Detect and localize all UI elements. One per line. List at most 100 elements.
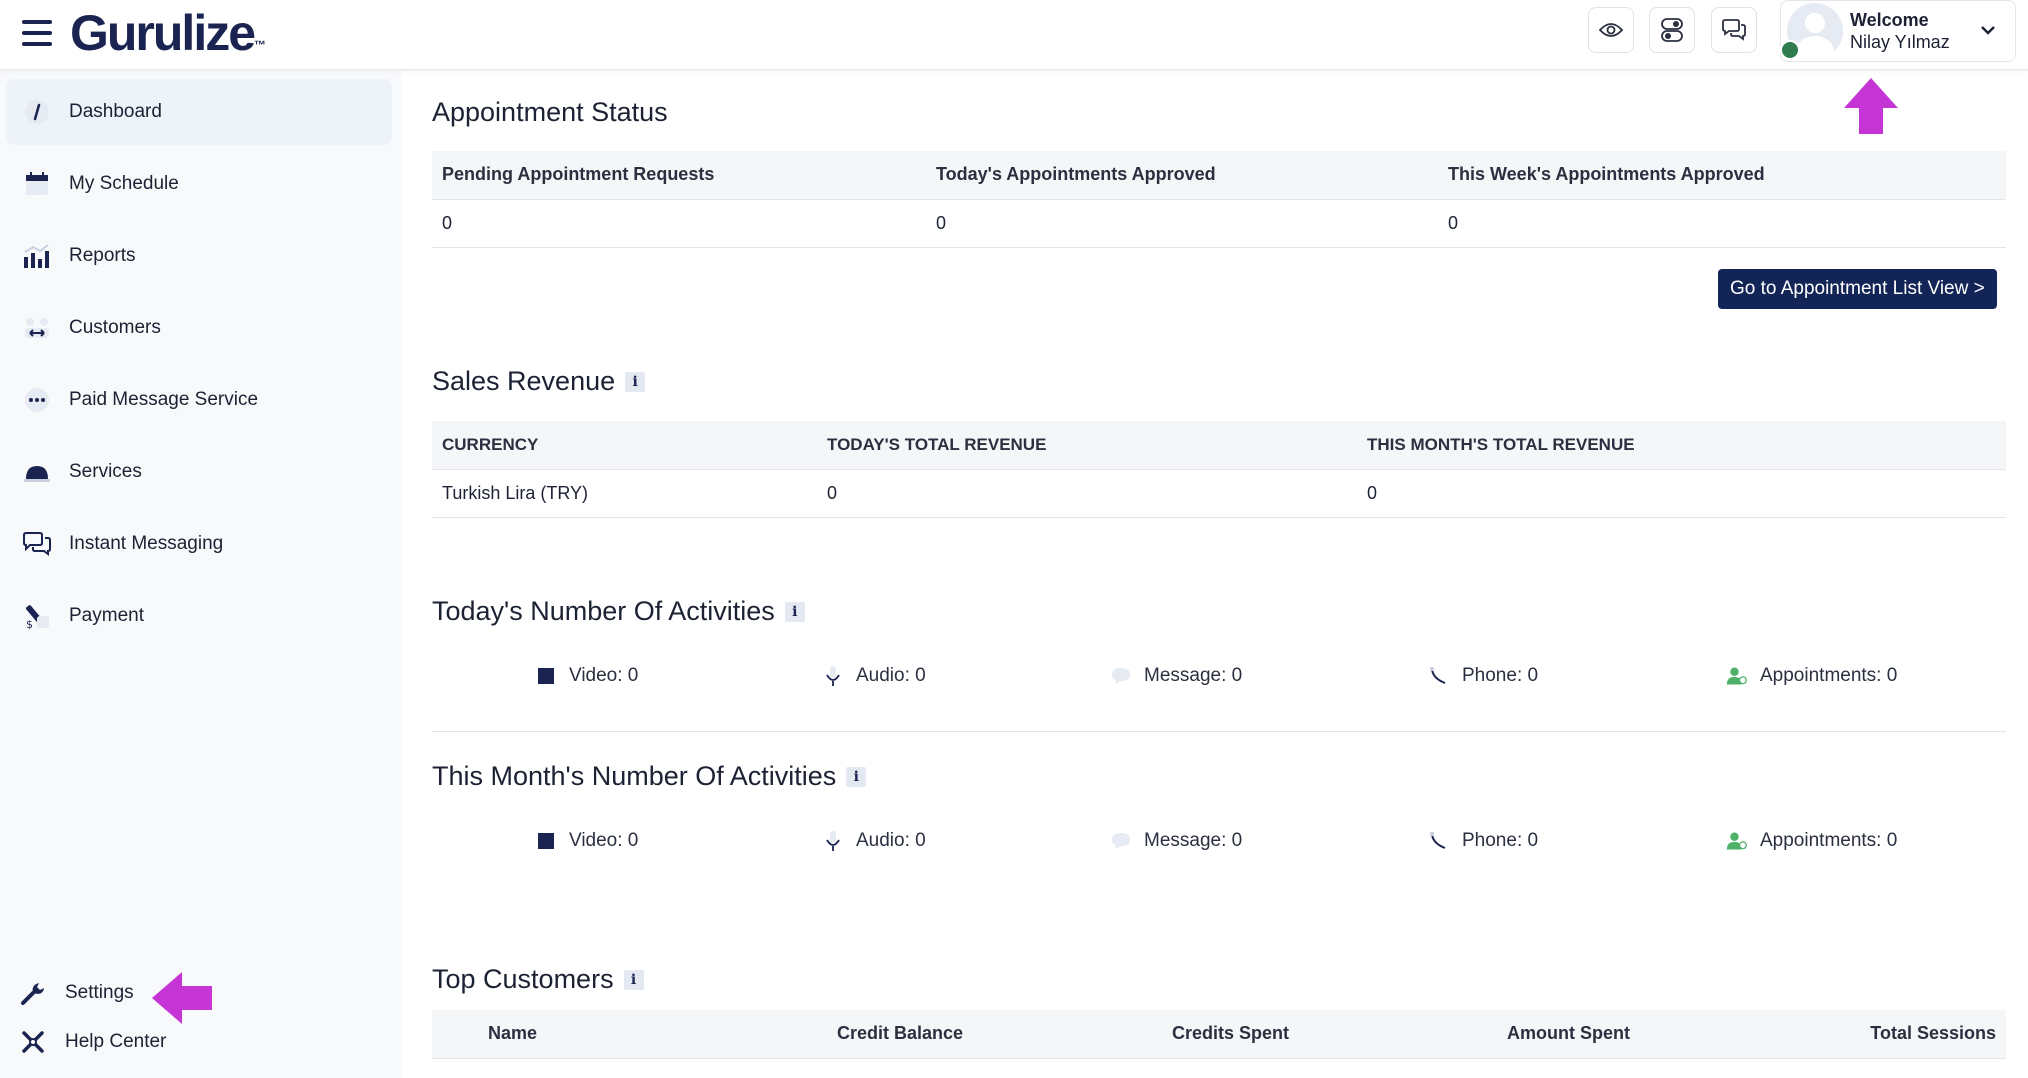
chat-icon-button[interactable] [1711, 7, 1757, 53]
sidebar: Dashboard My Schedule Reports Customers … [0, 71, 400, 1078]
activity-video: Video: 0 [535, 821, 638, 861]
message-icon [1110, 830, 1132, 852]
column-header[interactable]: Total Sessions [1832, 1010, 2006, 1059]
sales-revenue-table: CURRENCY TODAY'S TOTAL REVENUE THIS MONT… [432, 421, 2006, 518]
arrow-up-annotation-icon [1844, 78, 1898, 134]
bar-chart-icon [22, 241, 52, 271]
sidebar-item-payment[interactable]: $ Payment [6, 583, 392, 649]
activity-audio: Audio: 0 [822, 656, 926, 696]
toggle-icon-button[interactable] [1649, 7, 1695, 53]
wrench-icon [18, 978, 48, 1008]
go-to-appointment-list-button[interactable]: Go to Appointment List View > [1718, 269, 1997, 309]
toggle-icon [1661, 18, 1683, 42]
activity-phone: Phone: 0 [1428, 656, 1538, 696]
appointment-status-title: Appointment Status [432, 97, 668, 127]
online-status-indicator [1780, 40, 1800, 60]
microphone-icon [822, 830, 844, 852]
top-bar: Gurulize™ Welcome Nilay Yılmaz [0, 0, 2028, 70]
column-header: THIS MONTH'S TOTAL REVENUE [1357, 421, 2006, 470]
customers-icon [22, 313, 52, 343]
today-activities-row: Video: 0 Audio: 0 Message: 0 Phone: 0 Ap… [432, 656, 2006, 696]
column-header: This Week's Appointments Approved [1438, 151, 2006, 200]
arrow-left-annotation-icon [152, 972, 212, 1024]
section-divider [432, 731, 2006, 732]
sidebar-item-dashboard[interactable]: Dashboard [6, 79, 392, 145]
month-activities-row: Video: 0 Audio: 0 Message: 0 Phone: 0 Ap… [432, 821, 2006, 861]
sidebar-item-customers[interactable]: Customers [6, 295, 392, 361]
sidebar-item-reports[interactable]: Reports [6, 223, 392, 289]
sidebar-item-instant-messaging[interactable]: Instant Messaging [6, 511, 392, 577]
column-header: TODAY'S TOTAL REVENUE [817, 421, 1357, 470]
user-check-icon [1726, 830, 1748, 852]
column-header[interactable]: Credits Spent [1162, 1010, 1497, 1059]
sidebar-item-label: Paid Message Service [69, 389, 259, 410]
column-header: CURRENCY [432, 421, 817, 470]
top-customers-title: Top Customers i [432, 964, 644, 995]
help-icon [18, 1027, 48, 1057]
sidebar-item-label: Help Center [65, 1031, 167, 1052]
message-dots-icon [22, 385, 52, 415]
sidebar-item-my-schedule[interactable]: My Schedule [6, 151, 392, 217]
user-check-icon [1726, 665, 1748, 687]
today-activities-title: Today's Number Of Activities i [432, 596, 805, 627]
microphone-icon [822, 665, 844, 687]
column-header[interactable]: Credit Balance [827, 1010, 1162, 1059]
chat-bubbles-icon [22, 529, 52, 559]
info-icon[interactable]: i [623, 969, 644, 990]
dashboard-icon [22, 97, 52, 127]
sidebar-item-label: My Schedule [69, 173, 179, 194]
table-cell: 0 [817, 469, 1357, 518]
video-icon [535, 665, 557, 687]
services-icon [22, 457, 52, 487]
info-icon[interactable]: i [625, 371, 646, 392]
sidebar-item-paid-message-service[interactable]: Paid Message Service [6, 367, 392, 433]
chat-icon [1722, 19, 1746, 41]
table-cell: 0 [926, 199, 1438, 248]
brand-logo[interactable]: Gurulize™ [70, 4, 266, 62]
activity-appointments: Appointments: 0 [1726, 656, 1897, 696]
sidebar-item-label: Settings [65, 982, 134, 1003]
eye-icon [1599, 23, 1623, 37]
column-header: Today's Appointments Approved [926, 151, 1438, 200]
sidebar-item-label: Customers [69, 317, 161, 338]
username-label: Nilay Yılmaz [1850, 32, 1950, 52]
svg-text:$: $ [26, 618, 33, 630]
sidebar-item-label: Services [69, 461, 142, 482]
video-icon [535, 830, 557, 852]
month-activities-title: This Month's Number Of Activities i [432, 761, 867, 792]
appointment-status-table: Pending Appointment Requests Today's App… [432, 151, 2006, 248]
sidebar-item-services[interactable]: Services [6, 439, 392, 505]
table-cell: 0 [1438, 199, 2006, 248]
phone-icon [1428, 830, 1450, 852]
activity-audio: Audio: 0 [822, 821, 926, 861]
activity-message: Message: 0 [1110, 821, 1242, 861]
sidebar-item-label: Reports [69, 245, 136, 266]
table-cell: 0 [432, 199, 926, 248]
eye-icon-button[interactable] [1588, 7, 1634, 53]
column-header: Pending Appointment Requests [432, 151, 926, 200]
sidebar-item-label: Payment [69, 605, 144, 626]
main-content: Appointment Status Pending Appointment R… [402, 71, 2028, 1078]
welcome-label: Welcome [1850, 10, 1929, 30]
message-icon [1110, 665, 1132, 687]
table-row: 0 0 0 [432, 199, 2006, 248]
sidebar-item-help-center[interactable]: Help Center [18, 1024, 218, 1060]
activity-appointments: Appointments: 0 [1726, 821, 1897, 861]
sidebar-item-label: Dashboard [69, 101, 162, 122]
calendar-icon [22, 169, 52, 199]
phone-icon [1428, 665, 1450, 687]
sidebar-item-label: Instant Messaging [69, 533, 224, 554]
activity-phone: Phone: 0 [1428, 821, 1538, 861]
column-header[interactable]: Name [432, 1010, 827, 1059]
payment-icon: $ [22, 601, 52, 631]
column-header[interactable]: Amount Spent [1497, 1010, 1832, 1059]
activity-video: Video: 0 [535, 656, 638, 696]
table-cell: 0 [1357, 469, 2006, 518]
chevron-down-icon[interactable] [1980, 18, 1996, 42]
info-icon[interactable]: i [784, 601, 805, 622]
table-row: Turkish Lira (TRY) 0 0 [432, 469, 2006, 518]
sales-revenue-title: Sales Revenue i [432, 366, 646, 397]
hamburger-menu-icon[interactable] [22, 20, 52, 46]
info-icon[interactable]: i [846, 766, 867, 787]
top-customers-table: Name Credit Balance Credits Spent Amount… [432, 1010, 2006, 1059]
